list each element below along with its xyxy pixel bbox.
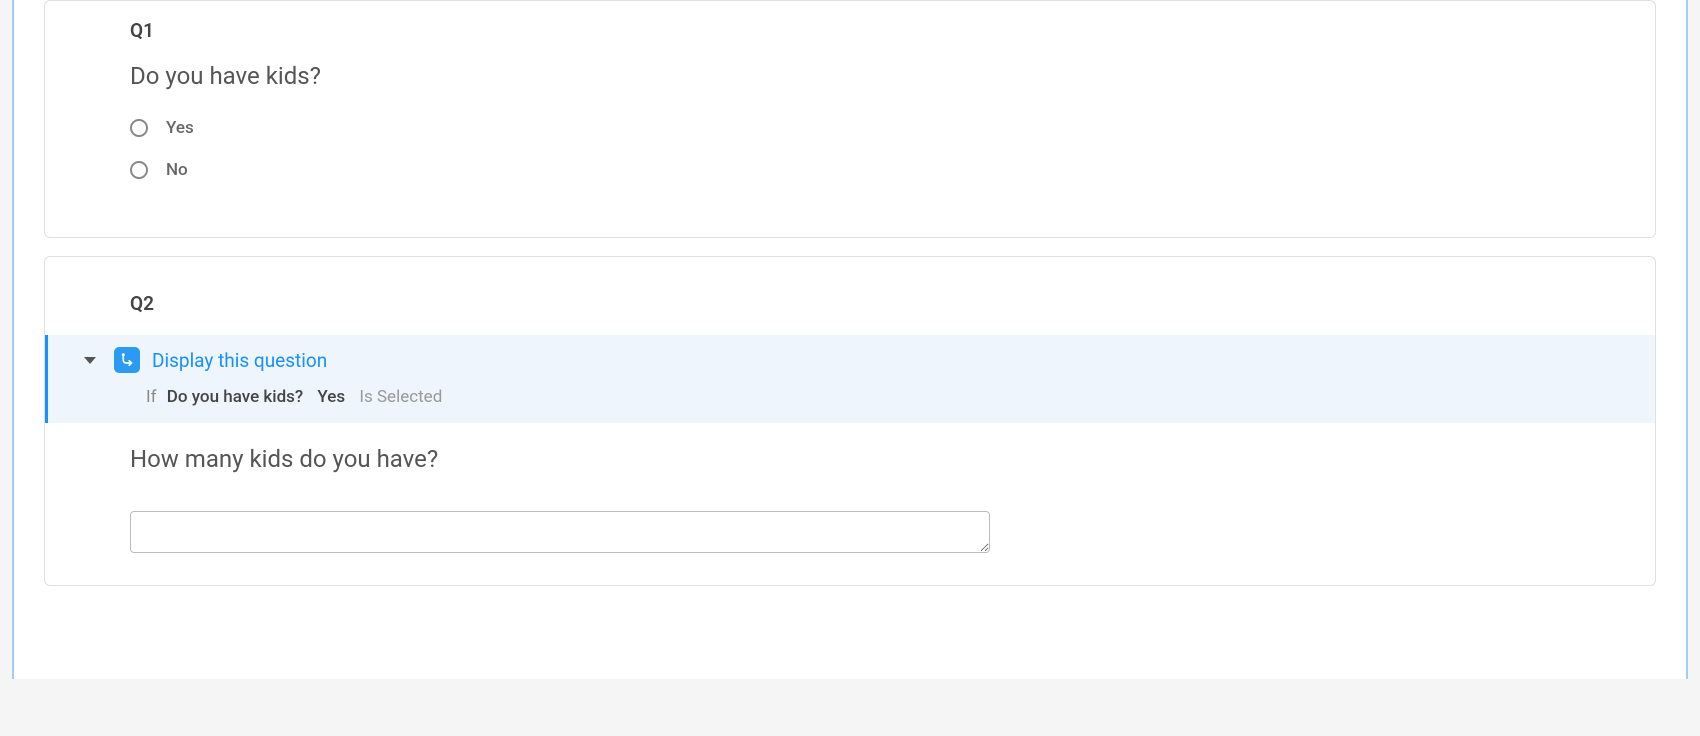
radio-label: Yes bbox=[166, 118, 194, 138]
caret-down-icon[interactable] bbox=[84, 357, 96, 364]
display-logic-header[interactable]: Display this question bbox=[84, 347, 1635, 373]
radio-option-no[interactable]: No bbox=[130, 160, 1570, 180]
display-logic-title: Display this question bbox=[152, 349, 327, 372]
question-card-q1[interactable]: Q1 Do you have kids? Yes No bbox=[44, 0, 1656, 238]
condition-operator: Is Selected bbox=[359, 387, 442, 407]
question-title[interactable]: How many kids do you have? bbox=[130, 445, 1570, 473]
radio-circle-icon[interactable] bbox=[130, 119, 148, 137]
radio-label: No bbox=[166, 160, 188, 180]
survey-editor: Q1 Do you have kids? Yes No Q2 bbox=[12, 0, 1688, 679]
condition-if: If bbox=[146, 387, 157, 407]
display-logic-icon bbox=[114, 347, 140, 373]
display-logic-condition[interactable]: If Do you have kids? Yes Is Selected bbox=[84, 387, 1635, 407]
question-number: Q2 bbox=[130, 292, 1570, 315]
question-number: Q1 bbox=[130, 19, 1570, 42]
radio-circle-icon[interactable] bbox=[130, 161, 148, 179]
question-title[interactable]: Do you have kids? bbox=[130, 62, 1570, 90]
radio-option-yes[interactable]: Yes bbox=[130, 118, 1570, 138]
answer-text-input[interactable] bbox=[130, 511, 990, 553]
display-logic-panel[interactable]: Display this question If Do you have kid… bbox=[45, 335, 1655, 423]
condition-answer: Yes bbox=[317, 387, 345, 407]
condition-question: Do you have kids? bbox=[167, 387, 303, 407]
question-card-q2[interactable]: Q2 Display this question If Do you have … bbox=[44, 256, 1656, 586]
